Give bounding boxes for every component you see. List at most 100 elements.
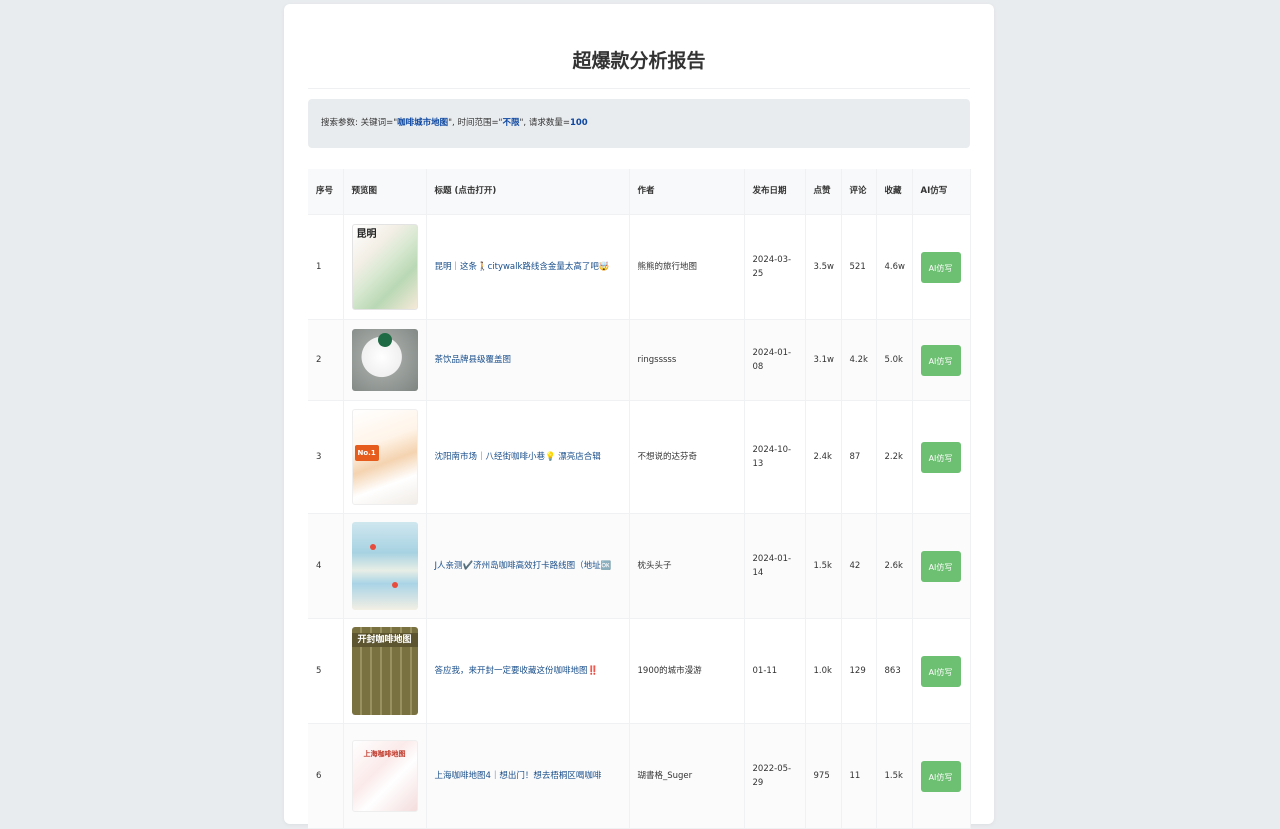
preview-image[interactable]: 昆明 bbox=[351, 224, 418, 310]
cell-index: 1 bbox=[308, 214, 344, 320]
cell-ai: AI仿写 bbox=[912, 513, 971, 619]
table-row: 4 J人亲测✔️济州岛咖啡高效打卡路线图（地址🆗 枕头头子 2024-01-14… bbox=[308, 513, 971, 619]
cell-favorites: 2.6k bbox=[876, 513, 913, 619]
cell-author: 1900的城市漫游 bbox=[629, 618, 745, 724]
report-card: 超爆款分析报告 搜索参数: 关键词="咖啡城市地图", 时间范围="不限", 请… bbox=[284, 4, 994, 829]
post-title-link[interactable]: 答应我，来开封一定要收藏这份咖啡地图‼️ bbox=[435, 666, 599, 676]
cell-likes: 1.5k bbox=[805, 513, 842, 619]
header-comments: 评论 bbox=[841, 169, 877, 215]
cell-author: 瑚書格_Suger bbox=[629, 723, 745, 829]
cell-preview bbox=[343, 319, 427, 401]
cell-index: 5 bbox=[308, 618, 344, 724]
header-preview: 预览图 bbox=[343, 169, 427, 215]
cell-likes: 3.5w bbox=[805, 214, 842, 320]
cell-preview: 上海咖啡地图 bbox=[343, 723, 427, 829]
results-table: 序号 预览图 标题 (点击打开) 作者 发布日期 点赞 评论 收藏 AI仿写 1… bbox=[308, 169, 971, 829]
cell-title: 答应我，来开封一定要收藏这份咖啡地图‼️ bbox=[426, 618, 630, 724]
cell-author: 不想说的达芬奇 bbox=[629, 400, 745, 514]
search-params-box: 搜索参数: 关键词="咖啡城市地图", 时间范围="不限", 请求数量=100 bbox=[308, 99, 970, 148]
cell-ai: AI仿写 bbox=[912, 618, 971, 724]
ai-rewrite-button[interactable]: AI仿写 bbox=[920, 760, 961, 792]
ai-rewrite-button[interactable]: AI仿写 bbox=[920, 251, 961, 283]
ai-rewrite-button[interactable]: AI仿写 bbox=[920, 550, 961, 582]
cell-preview: No.1 bbox=[343, 400, 427, 514]
post-title-link[interactable]: 沈阳南市场｜八经街咖啡小巷💡 漂亮店合辑 bbox=[435, 452, 601, 462]
params-count: 100 bbox=[569, 118, 588, 128]
cell-likes: 3.1w bbox=[805, 319, 842, 401]
cell-ai: AI仿写 bbox=[912, 723, 971, 829]
thumb-text: 上海咖啡地图 bbox=[363, 750, 406, 758]
cell-likes: 975 bbox=[805, 723, 842, 829]
cell-ai: AI仿写 bbox=[912, 214, 971, 320]
report-title: 超爆款分析报告 bbox=[572, 50, 706, 72]
cell-comments: 521 bbox=[841, 214, 877, 320]
params-mid2: ", 请求数量= bbox=[519, 118, 570, 128]
post-title-link[interactable]: 上海咖啡地图4｜想出门！想去梧桐区喝咖啡 bbox=[435, 771, 602, 781]
preview-image[interactable] bbox=[351, 329, 418, 391]
table-row: 3 No.1 沈阳南市场｜八经街咖啡小巷💡 漂亮店合辑 不想说的达芬奇 2024… bbox=[308, 400, 971, 514]
thumb-badge: No.1 bbox=[354, 445, 379, 461]
ai-rewrite-button[interactable]: AI仿写 bbox=[920, 344, 961, 376]
cell-title: 昆明｜这条🚶citywalk路线含金量太高了吧🤯 bbox=[426, 214, 630, 320]
cell-comments: 87 bbox=[841, 400, 877, 514]
cell-comments: 129 bbox=[841, 618, 877, 724]
cell-author: ringsssss bbox=[629, 319, 745, 401]
cell-date: 01-11 bbox=[744, 618, 806, 724]
cell-favorites: 5.0k bbox=[876, 319, 913, 401]
table-header-row: 序号 预览图 标题 (点击打开) 作者 发布日期 点赞 评论 收藏 AI仿写 bbox=[308, 169, 971, 215]
header-ai: AI仿写 bbox=[912, 169, 971, 215]
post-title-link[interactable]: 昆明｜这条🚶citywalk路线含金量太高了吧🤯 bbox=[435, 262, 610, 272]
cell-date: 2022-05-29 bbox=[744, 723, 806, 829]
ai-rewrite-button[interactable]: AI仿写 bbox=[920, 441, 961, 473]
cell-comments: 11 bbox=[841, 723, 877, 829]
cell-title: 茶饮品牌县级覆盖图 bbox=[426, 319, 630, 401]
preview-image[interactable]: 开封咖啡地图 bbox=[351, 627, 418, 715]
table-row: 5 开封咖啡地图 答应我，来开封一定要收藏这份咖啡地图‼️ 1900的城市漫游 … bbox=[308, 618, 971, 724]
cell-favorites: 2.2k bbox=[876, 400, 913, 514]
cell-comments: 42 bbox=[841, 513, 877, 619]
cell-favorites: 4.6w bbox=[876, 214, 913, 320]
params-mid: ", 时间范围=" bbox=[448, 118, 503, 128]
cell-index: 3 bbox=[308, 400, 344, 514]
preview-image[interactable] bbox=[351, 522, 418, 610]
header-title: 标题 (点击打开) bbox=[426, 169, 630, 215]
cell-title: 沈阳南市场｜八经街咖啡小巷💡 漂亮店合辑 bbox=[426, 400, 630, 514]
cell-preview bbox=[343, 513, 427, 619]
table-row: 6 上海咖啡地图 上海咖啡地图4｜想出门！想去梧桐区喝咖啡 瑚書格_Suger … bbox=[308, 723, 971, 829]
params-time-range: 不限 bbox=[502, 118, 520, 128]
cell-date: 2024-03-25 bbox=[744, 214, 806, 320]
cell-author: 枕头头子 bbox=[629, 513, 745, 619]
map-pin-icon bbox=[391, 582, 398, 588]
thumb-text: 开封咖啡地图 bbox=[351, 633, 418, 647]
cell-favorites: 863 bbox=[876, 618, 913, 724]
header-index: 序号 bbox=[308, 169, 344, 215]
cell-preview: 开封咖啡地图 bbox=[343, 618, 427, 724]
cell-title: 上海咖啡地图4｜想出门！想去梧桐区喝咖啡 bbox=[426, 723, 630, 829]
cell-date: 2024-01-14 bbox=[744, 513, 806, 619]
cell-index: 6 bbox=[308, 723, 344, 829]
post-title-link[interactable]: J人亲测✔️济州岛咖啡高效打卡路线图（地址🆗 bbox=[435, 561, 612, 571]
table-row: 2 茶饮品牌县级覆盖图 ringsssss 2024-01-08 3.1w 4.… bbox=[308, 319, 971, 401]
params-prefix: 搜索参数: 关键词=" bbox=[321, 118, 398, 128]
cell-preview: 昆明 bbox=[343, 214, 427, 320]
cell-ai: AI仿写 bbox=[912, 400, 971, 514]
params-keyword: 咖啡城市地图 bbox=[397, 118, 449, 128]
thumb-text: 昆明 bbox=[356, 229, 377, 240]
table-row: 1 昆明 昆明｜这条🚶citywalk路线含金量太高了吧🤯 熊熊的旅行地图 20… bbox=[308, 214, 971, 320]
preview-image[interactable]: No.1 bbox=[351, 409, 418, 505]
ai-rewrite-button[interactable]: AI仿写 bbox=[920, 655, 961, 687]
map-pin-icon bbox=[369, 544, 376, 550]
header-author: 作者 bbox=[629, 169, 745, 215]
cell-date: 2024-10-13 bbox=[744, 400, 806, 514]
cell-likes: 1.0k bbox=[805, 618, 842, 724]
starbucks-logo-icon bbox=[377, 333, 392, 347]
cell-author: 熊熊的旅行地图 bbox=[629, 214, 745, 320]
cell-index: 4 bbox=[308, 513, 344, 619]
post-title-link[interactable]: 茶饮品牌县级覆盖图 bbox=[435, 355, 512, 365]
preview-image[interactable]: 上海咖啡地图 bbox=[351, 740, 418, 812]
header-date: 发布日期 bbox=[744, 169, 806, 215]
cell-title: J人亲测✔️济州岛咖啡高效打卡路线图（地址🆗 bbox=[426, 513, 630, 619]
header-favorites: 收藏 bbox=[876, 169, 913, 215]
title-divider bbox=[308, 88, 970, 89]
cell-index: 2 bbox=[308, 319, 344, 401]
